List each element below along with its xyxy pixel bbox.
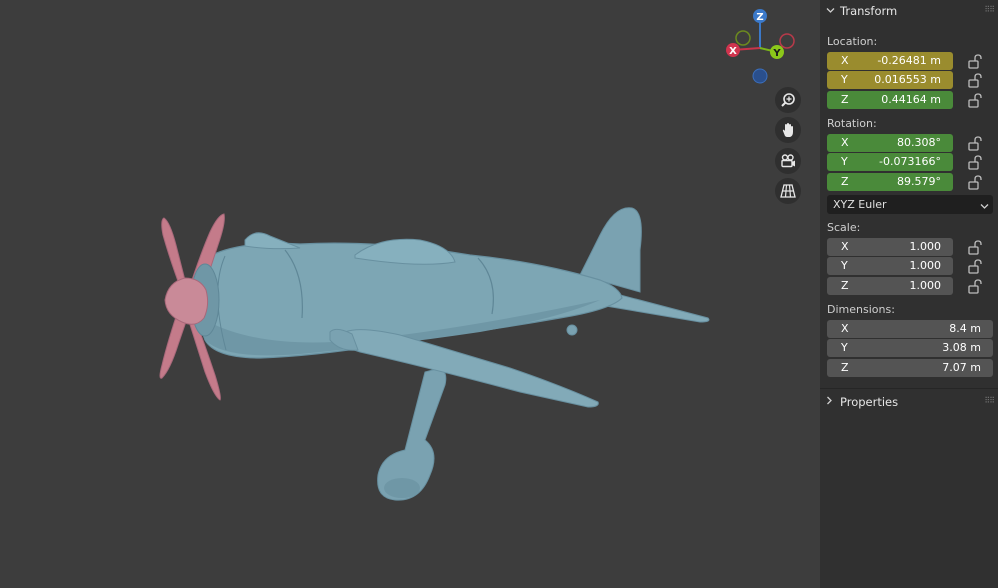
chevron-right-icon bbox=[826, 396, 840, 408]
location-x-lock-icon[interactable] bbox=[967, 53, 983, 69]
camera-icon bbox=[781, 154, 795, 168]
scale-x-value: 1.000 bbox=[909, 240, 942, 253]
properties-panel-header[interactable]: Properties ⠿⠿ bbox=[820, 391, 998, 413]
camera-view-button[interactable] bbox=[775, 148, 801, 174]
scale-label: Scale: bbox=[827, 221, 861, 234]
scale-x-lock-icon[interactable] bbox=[967, 239, 983, 255]
rotation-y-value: -0.073166° bbox=[879, 155, 941, 168]
transform-panel-header[interactable]: Transform ⠿⠿ bbox=[820, 0, 998, 22]
dimensions-x-value: 8.4 m bbox=[949, 322, 981, 335]
rotation-mode-select[interactable]: XYZ Euler bbox=[827, 195, 993, 214]
rotation-x-lock-icon[interactable] bbox=[967, 135, 983, 151]
gizmo-z-label[interactable]: Z bbox=[756, 12, 763, 23]
rotation-mode-value: XYZ Euler bbox=[833, 198, 887, 211]
location-x-field[interactable]: X -0.26481 m bbox=[827, 52, 953, 70]
sidebar-panel: Transform ⠿⠿ Location: X -0.26481 m Y 0.… bbox=[820, 0, 998, 588]
rotation-x-field[interactable]: X 80.308° bbox=[827, 134, 953, 152]
dimensions-label: Dimensions: bbox=[827, 303, 895, 316]
location-label: Location: bbox=[827, 35, 878, 48]
scale-y-field[interactable]: Y 1.000 bbox=[827, 257, 953, 275]
axis-letter: Z bbox=[841, 175, 849, 188]
axis-letter: X bbox=[841, 240, 849, 253]
gizmo-x-label[interactable]: X bbox=[729, 46, 737, 57]
dimensions-y-value: 3.08 m bbox=[942, 341, 981, 354]
zoom-icon bbox=[781, 93, 795, 107]
location-z-field[interactable]: Z 0.44164 m bbox=[827, 91, 953, 109]
dimensions-y-field[interactable]: Y 3.08 m bbox=[827, 339, 993, 357]
scale-z-field[interactable]: Z 1.000 bbox=[827, 277, 953, 295]
rotation-z-value: 89.579° bbox=[897, 175, 941, 188]
airplane-model[interactable] bbox=[0, 0, 815, 588]
dimensions-x-field[interactable]: X 8.4 m bbox=[827, 320, 993, 338]
axis-letter: X bbox=[841, 322, 849, 335]
rotation-z-lock-icon[interactable] bbox=[967, 174, 983, 190]
axis-letter: Z bbox=[841, 279, 849, 292]
chevron-down-icon bbox=[826, 6, 840, 17]
grid-icon bbox=[780, 184, 796, 198]
axis-letter: Y bbox=[841, 73, 848, 86]
location-y-lock-icon[interactable] bbox=[967, 72, 983, 88]
axis-letter: Z bbox=[841, 93, 849, 106]
panel-separator bbox=[820, 388, 998, 389]
zoom-button[interactable] bbox=[775, 87, 801, 113]
axis-letter: X bbox=[841, 136, 849, 149]
perspective-toggle-button[interactable] bbox=[775, 178, 801, 204]
rotation-y-lock-icon[interactable] bbox=[967, 154, 983, 170]
location-y-field[interactable]: Y 0.016553 m bbox=[827, 71, 953, 89]
axis-letter: Y bbox=[841, 341, 848, 354]
axis-letter: Y bbox=[841, 259, 848, 272]
location-x-value: -0.26481 m bbox=[877, 54, 941, 67]
scale-x-field[interactable]: X 1.000 bbox=[827, 238, 953, 256]
properties-title: Properties bbox=[840, 395, 899, 409]
scale-z-value: 1.000 bbox=[909, 279, 942, 292]
axis-letter: Z bbox=[841, 361, 849, 374]
location-z-lock-icon[interactable] bbox=[967, 92, 983, 108]
location-y-value: 0.016553 m bbox=[874, 73, 941, 86]
pan-hand-icon bbox=[782, 123, 793, 137]
axis-letter: X bbox=[841, 54, 849, 67]
rotation-x-value: 80.308° bbox=[897, 136, 941, 149]
rotation-y-field[interactable]: Y -0.073166° bbox=[827, 153, 953, 171]
pan-button[interactable] bbox=[775, 117, 801, 143]
scale-y-lock-icon[interactable] bbox=[967, 258, 983, 274]
rotation-label: Rotation: bbox=[827, 117, 877, 130]
axis-letter: Y bbox=[841, 155, 848, 168]
scale-y-value: 1.000 bbox=[909, 259, 942, 272]
chevron-down-icon bbox=[980, 200, 989, 213]
gizmo-y-label[interactable]: Y bbox=[772, 48, 781, 59]
dimensions-z-field[interactable]: Z 7.07 m bbox=[827, 359, 993, 377]
location-z-value: 0.44164 m bbox=[881, 93, 941, 106]
drag-grip-icon[interactable]: ⠿⠿ bbox=[984, 5, 995, 14]
scale-z-lock-icon[interactable] bbox=[967, 278, 983, 294]
drag-grip-icon[interactable]: ⠿⠿ bbox=[984, 396, 995, 405]
navigation-gizmo[interactable]: Z X Y bbox=[716, 4, 804, 90]
transform-title: Transform bbox=[840, 4, 898, 18]
dimensions-z-value: 7.07 m bbox=[942, 361, 981, 374]
rotation-z-field[interactable]: Z 89.579° bbox=[827, 173, 953, 191]
